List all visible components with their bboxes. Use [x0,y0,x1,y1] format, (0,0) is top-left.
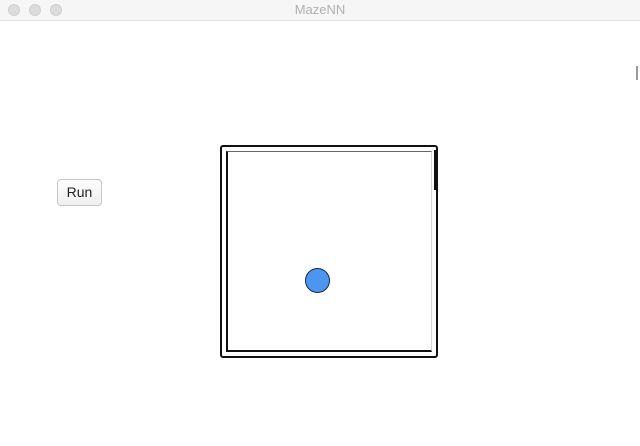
window-edge-mark [636,66,638,80]
run-button[interactable]: Run [57,179,102,206]
window-title: MazeNN [294,2,346,17]
app-window: MazeNN Run [0,0,640,446]
maze-wall-segment [434,150,436,190]
maze-inner-wall [226,151,432,352]
agent-dot [305,268,330,293]
title-bar: MazeNN [0,0,640,21]
